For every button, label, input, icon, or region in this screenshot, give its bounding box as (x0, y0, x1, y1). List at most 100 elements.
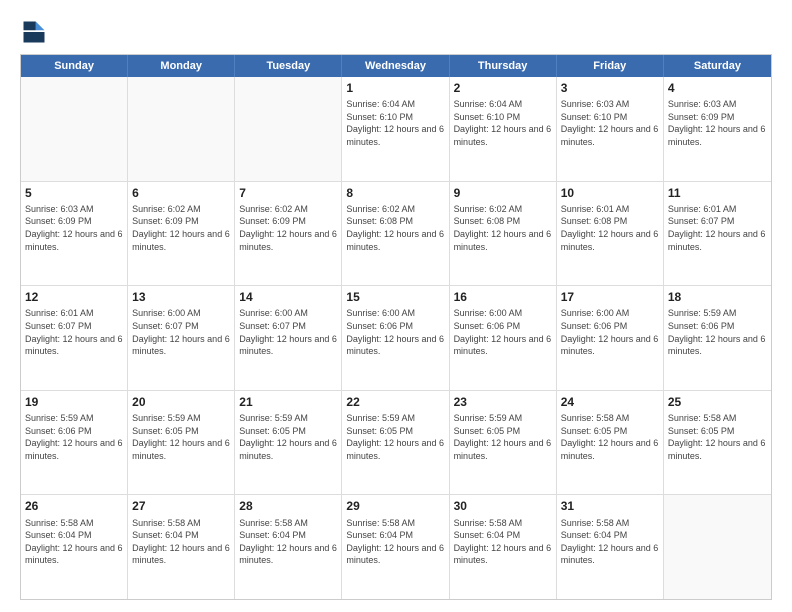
day-number: 30 (454, 498, 552, 514)
day-info: Sunrise: 5:58 AM Sunset: 6:04 PM Dayligh… (25, 517, 123, 567)
day-cell-11: 11Sunrise: 6:01 AM Sunset: 6:07 PM Dayli… (664, 182, 771, 286)
day-info: Sunrise: 5:58 AM Sunset: 6:04 PM Dayligh… (239, 517, 337, 567)
empty-cell-0-0 (21, 77, 128, 181)
day-info: Sunrise: 6:01 AM Sunset: 6:07 PM Dayligh… (668, 203, 767, 253)
calendar-row-5: 26Sunrise: 5:58 AM Sunset: 6:04 PM Dayli… (21, 494, 771, 599)
day-cell-13: 13 Sunrise: 6:00 AM Sunset: 6:07 PM Dayli… (128, 286, 235, 390)
day-cell-26: 26Sunrise: 5:58 AM Sunset: 6:04 PM Dayli… (21, 495, 128, 599)
day-header-saturday: Saturday (664, 55, 771, 77)
calendar-row-3: 12Sunrise: 6:01 AM Sunset: 6:07 PM Dayli… (21, 285, 771, 390)
day-info: Sunrise: 6:02 AM Sunset: 6:09 PM Dayligh… (239, 203, 337, 253)
day-header-tuesday: Tuesday (235, 55, 342, 77)
day-cell-2: 2 Sunrise: 6:04 AM Sunset: 6:10 PM Daylig… (450, 77, 557, 181)
day-cell-18: 18 Sunrise: 5:59 AM Sunset: 6:06 PM Dayli… (664, 286, 771, 390)
day-info: Sunrise: 6:00 AM Sunset: 6:07 PM Dayligh… (239, 307, 337, 357)
day-number: 2 (454, 80, 552, 96)
day-cell-17: 17Sunrise: 6:00 AM Sunset: 6:06 PM Dayli… (557, 286, 664, 390)
day-number: 25 (668, 394, 767, 410)
empty-cell-4-6 (664, 495, 771, 599)
day-number: 31 (561, 498, 659, 514)
day-info: Sunrise: 5:59 AM Sunset: 6:06 PM Dayligh… (668, 307, 767, 357)
day-info: Sunrise: 6:02 AM Sunset: 6:08 PM Dayligh… (454, 203, 552, 253)
day-info: Sunrise: 5:59 AM Sunset: 6:05 PM Dayligh… (132, 412, 230, 462)
day-info: Sunrise: 6:03 AM Sunset: 6:09 PM Dayligh… (25, 203, 123, 253)
day-number: 4 (668, 80, 767, 96)
day-cell-14: 14 Sunrise: 6:00 AM Sunset: 6:07 PM Dayli… (235, 286, 342, 390)
day-number: 27 (132, 498, 230, 514)
day-cell-4: 4 Sunrise: 6:03 AM Sunset: 6:09 PM Daylig… (664, 77, 771, 181)
day-info: Sunrise: 6:00 AM Sunset: 6:06 PM Dayligh… (561, 307, 659, 357)
day-info: Sunrise: 6:02 AM Sunset: 6:09 PM Dayligh… (132, 203, 230, 253)
day-number: 20 (132, 394, 230, 410)
day-info: Sunrise: 6:03 AM Sunset: 6:09 PM Dayligh… (668, 98, 767, 148)
day-number: 18 (668, 289, 767, 305)
calendar-row-1: 1 Sunrise: 6:04 AM Sunset: 6:10 PM Daylig… (21, 77, 771, 181)
day-number: 8 (346, 185, 444, 201)
day-cell-20: 20 Sunrise: 5:59 AM Sunset: 6:05 PM Dayli… (128, 391, 235, 495)
day-cell-19: 19Sunrise: 5:59 AM Sunset: 6:06 PM Dayli… (21, 391, 128, 495)
logo (20, 18, 52, 46)
day-number: 19 (25, 394, 123, 410)
day-header-sunday: Sunday (21, 55, 128, 77)
day-info: Sunrise: 5:58 AM Sunset: 6:04 PM Dayligh… (132, 517, 230, 567)
day-info: Sunrise: 6:02 AM Sunset: 6:08 PM Dayligh… (346, 203, 444, 253)
day-info: Sunrise: 5:58 AM Sunset: 6:04 PM Dayligh… (346, 517, 444, 567)
day-cell-15: 15 Sunrise: 6:00 AM Sunset: 6:06 PM Dayli… (342, 286, 449, 390)
calendar-header: SundayMondayTuesdayWednesdayThursdayFrid… (21, 55, 771, 77)
day-cell-24: 24 Sunrise: 5:58 AM Sunset: 6:05 PM Dayli… (557, 391, 664, 495)
calendar-row-4: 19Sunrise: 5:59 AM Sunset: 6:06 PM Dayli… (21, 390, 771, 495)
day-header-friday: Friday (557, 55, 664, 77)
day-cell-31: 31Sunrise: 5:58 AM Sunset: 6:04 PM Dayli… (557, 495, 664, 599)
day-cell-29: 29 Sunrise: 5:58 AM Sunset: 6:04 PM Dayli… (342, 495, 449, 599)
day-cell-10: 10 Sunrise: 6:01 AM Sunset: 6:08 PM Dayli… (557, 182, 664, 286)
day-cell-27: 27 Sunrise: 5:58 AM Sunset: 6:04 PM Dayli… (128, 495, 235, 599)
empty-cell-0-2 (235, 77, 342, 181)
day-cell-1: 1Sunrise: 6:04 AM Sunset: 6:10 PM Daylig… (342, 77, 449, 181)
calendar: SundayMondayTuesdayWednesdayThursdayFrid… (20, 54, 772, 600)
day-cell-3: 3Sunrise: 6:03 AM Sunset: 6:10 PM Daylig… (557, 77, 664, 181)
day-number: 28 (239, 498, 337, 514)
day-cell-30: 30Sunrise: 5:58 AM Sunset: 6:04 PM Dayli… (450, 495, 557, 599)
day-number: 7 (239, 185, 337, 201)
day-cell-22: 22 Sunrise: 5:59 AM Sunset: 6:05 PM Dayli… (342, 391, 449, 495)
day-info: Sunrise: 6:00 AM Sunset: 6:06 PM Dayligh… (346, 307, 444, 357)
day-number: 23 (454, 394, 552, 410)
day-number: 13 (132, 289, 230, 305)
day-cell-28: 28 Sunrise: 5:58 AM Sunset: 6:04 PM Dayli… (235, 495, 342, 599)
day-info: Sunrise: 6:03 AM Sunset: 6:10 PM Dayligh… (561, 98, 659, 148)
day-number: 9 (454, 185, 552, 201)
day-cell-16: 16Sunrise: 6:00 AM Sunset: 6:06 PM Dayli… (450, 286, 557, 390)
day-number: 1 (346, 80, 444, 96)
day-info: Sunrise: 6:00 AM Sunset: 6:07 PM Dayligh… (132, 307, 230, 357)
calendar-row-2: 5 Sunrise: 6:03 AM Sunset: 6:09 PM Daylig… (21, 181, 771, 286)
calendar-body: 1 Sunrise: 6:04 AM Sunset: 6:10 PM Daylig… (21, 77, 771, 599)
day-cell-12: 12Sunrise: 6:01 AM Sunset: 6:07 PM Dayli… (21, 286, 128, 390)
day-number: 14 (239, 289, 337, 305)
day-number: 10 (561, 185, 659, 201)
day-cell-6: 6 Sunrise: 6:02 AM Sunset: 6:09 PM Daylig… (128, 182, 235, 286)
day-header-wednesday: Wednesday (342, 55, 449, 77)
day-number: 15 (346, 289, 444, 305)
day-info: Sunrise: 5:59 AM Sunset: 6:05 PM Dayligh… (239, 412, 337, 462)
day-info: Sunrise: 6:01 AM Sunset: 6:08 PM Dayligh… (561, 203, 659, 253)
day-info: Sunrise: 5:58 AM Sunset: 6:05 PM Dayligh… (668, 412, 767, 462)
day-cell-23: 23Sunrise: 5:59 AM Sunset: 6:05 PM Dayli… (450, 391, 557, 495)
empty-cell-0-1 (128, 77, 235, 181)
day-cell-7: 7 Sunrise: 6:02 AM Sunset: 6:09 PM Daylig… (235, 182, 342, 286)
day-info: Sunrise: 5:59 AM Sunset: 6:05 PM Dayligh… (346, 412, 444, 462)
day-number: 29 (346, 498, 444, 514)
day-number: 24 (561, 394, 659, 410)
day-cell-8: 8 Sunrise: 6:02 AM Sunset: 6:08 PM Daylig… (342, 182, 449, 286)
day-info: Sunrise: 6:04 AM Sunset: 6:10 PM Dayligh… (454, 98, 552, 148)
day-header-monday: Monday (128, 55, 235, 77)
day-info: Sunrise: 5:58 AM Sunset: 6:05 PM Dayligh… (561, 412, 659, 462)
logo-icon (20, 18, 48, 46)
day-number: 22 (346, 394, 444, 410)
day-number: 6 (132, 185, 230, 201)
page: SundayMondayTuesdayWednesdayThursdayFrid… (0, 0, 792, 612)
day-number: 5 (25, 185, 123, 201)
day-info: Sunrise: 6:01 AM Sunset: 6:07 PM Dayligh… (25, 307, 123, 357)
header (20, 18, 772, 46)
day-cell-5: 5 Sunrise: 6:03 AM Sunset: 6:09 PM Daylig… (21, 182, 128, 286)
day-header-thursday: Thursday (450, 55, 557, 77)
